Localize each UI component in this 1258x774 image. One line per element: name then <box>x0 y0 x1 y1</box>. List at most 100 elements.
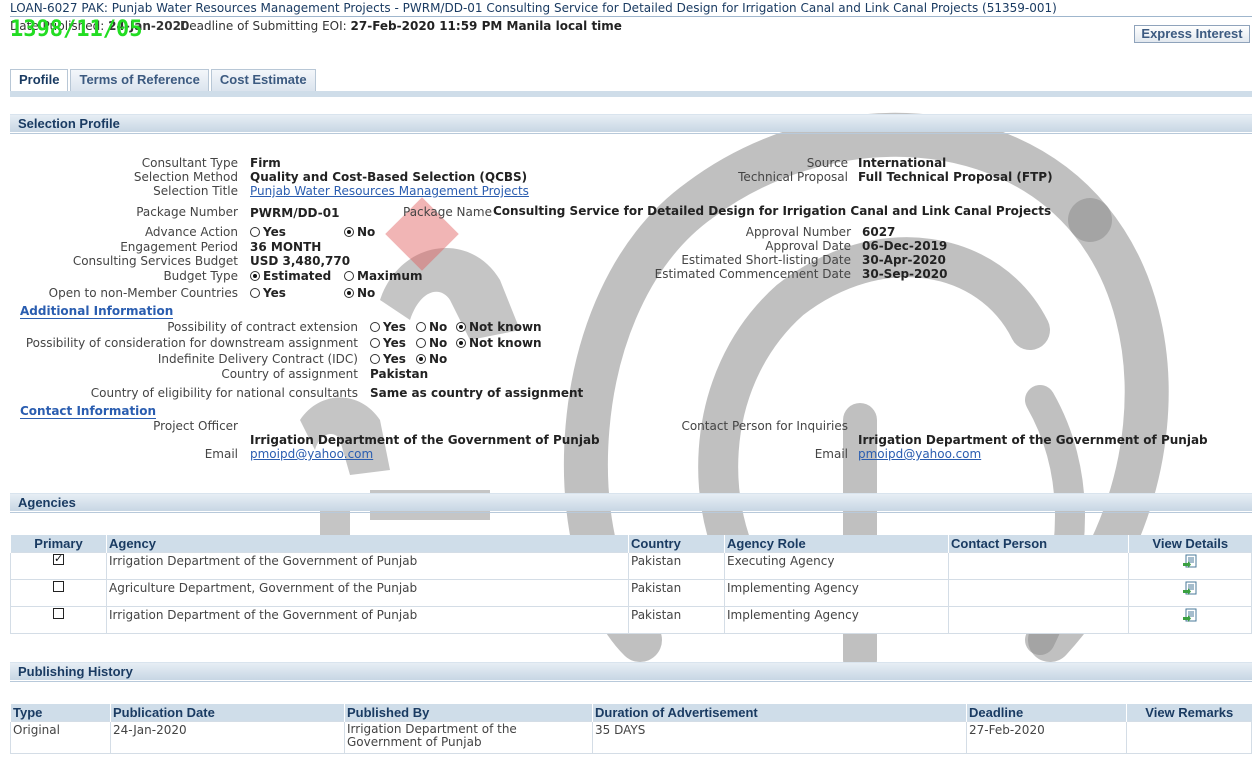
officer-email-link[interactable]: pmoipd@yahoo.com <box>250 447 373 461</box>
contact-information-heading[interactable]: Contact Information <box>20 404 157 419</box>
agency-name: Irrigation Department of the Government … <box>106 552 629 580</box>
publish-remarks <box>1126 721 1252 754</box>
eoi-deadline: Deadline of Submitting EOI: 27-Feb-2020 … <box>180 19 622 33</box>
approval-date-value: 06-Dec-2019 <box>862 239 948 253</box>
approval-date-label: Approval Date <box>765 239 851 253</box>
shortlisting-date-label: Estimated Short-listing Date <box>681 253 851 267</box>
inquiries-email-label: Email <box>814 447 848 461</box>
option-label: No <box>357 225 376 239</box>
col-agency: Agency <box>106 535 629 553</box>
radio-button-icon <box>416 338 426 348</box>
radio-button-icon <box>250 227 260 237</box>
agency-role: Implementing Agency <box>724 579 949 607</box>
extension-not-known[interactable]: Not known <box>456 320 542 334</box>
selection-method-value: Quality and Cost-Based Selection (QCBS) <box>250 170 528 184</box>
downstream-no[interactable]: No <box>416 336 447 350</box>
package-name-label: Package Name <box>403 205 492 219</box>
open-non-member-label: Open to non-Member Countries <box>48 286 238 300</box>
section-selection-profile: Selection Profile <box>10 114 1252 134</box>
eoi-deadline-value: 27-Feb-2020 11:59 PM Manila local time <box>350 19 622 33</box>
downstream-yes[interactable]: Yes <box>370 336 406 350</box>
tab-profile[interactable]: Profile <box>10 69 69 91</box>
option-label: Yes <box>263 286 286 300</box>
col-publication-date: Publication Date <box>110 704 345 722</box>
radio-button-icon <box>344 227 354 237</box>
agency-role: Implementing Agency <box>724 606 949 634</box>
publish-deadline: 27-Feb-2020 <box>966 721 1127 754</box>
advance-action-yes[interactable]: Yes <box>250 225 286 239</box>
col-agency-role: Agency Role <box>724 535 949 553</box>
col-country: Country <box>628 535 725 553</box>
express-interest-button[interactable]: Express Interest <box>1134 25 1250 43</box>
source-value: International <box>858 156 947 170</box>
radio-button-icon <box>250 288 260 298</box>
agency-name: Agriculture Department, Government of th… <box>106 579 629 607</box>
open-non-member-no[interactable]: No <box>344 286 375 300</box>
option-label: Not known <box>469 336 542 350</box>
tab-terms-of-reference[interactable]: Terms of Reference <box>70 69 209 91</box>
view-details-icon[interactable] <box>1183 608 1197 622</box>
option-label: No <box>429 352 448 366</box>
option-label: Yes <box>383 352 406 366</box>
tab-strip: Profile Terms of Reference Cost Estimate <box>10 69 316 91</box>
table-row: Original 24-Jan-2020 Irrigation Departme… <box>10 721 1252 754</box>
option-label: Estimated <box>263 269 332 283</box>
budget-type-maximum[interactable]: Maximum <box>344 269 422 283</box>
radio-button-icon <box>370 322 380 332</box>
tab-cost-estimate[interactable]: Cost Estimate <box>210 69 316 91</box>
source-label: Source <box>806 156 848 170</box>
radio-button-icon <box>250 271 260 281</box>
radio-button-icon <box>370 338 380 348</box>
budget-type-estimated[interactable]: Estimated <box>250 269 331 283</box>
published-by: Irrigation Department of the Government … <box>344 721 593 754</box>
agency-country: Pakistan <box>628 552 725 580</box>
agency-country: Pakistan <box>628 606 725 634</box>
open-non-member-yes[interactable]: Yes <box>250 286 286 300</box>
view-details-icon[interactable] <box>1183 554 1197 568</box>
inquiries-email-link[interactable]: pmoipd@yahoo.com <box>858 447 981 461</box>
primary-checkbox[interactable] <box>53 552 64 565</box>
inquiries-org: Irrigation Department of the Government … <box>858 433 1208 447</box>
downstream-label: Possibility of consideration for downstr… <box>25 336 358 350</box>
inquiries-label: Contact Person for Inquiries <box>681 419 848 433</box>
commencement-date-value: 30-Sep-2020 <box>862 267 948 281</box>
advance-action-no[interactable]: No <box>344 225 375 239</box>
extension-no[interactable]: No <box>416 320 447 334</box>
selection-title-label: Selection Title <box>153 184 238 198</box>
country-assignment-value: Pakistan <box>370 367 429 381</box>
eoi-deadline-label: Deadline of Submitting EOI: <box>180 19 347 33</box>
primary-checkbox[interactable] <box>53 581 64 592</box>
agency-contact <box>948 579 1129 607</box>
table-row: Irrigation Department of the Government … <box>10 606 1252 634</box>
engagement-period-value: 36 MONTH <box>250 240 322 254</box>
extension-yes[interactable]: Yes <box>370 320 406 334</box>
consultant-type-value: Firm <box>250 156 281 170</box>
view-details-icon[interactable] <box>1183 581 1197 595</box>
publish-type: Original <box>10 721 111 754</box>
col-view-details: View Details <box>1128 535 1252 553</box>
technical-proposal-label: Technical Proposal <box>738 170 848 184</box>
option-label: No <box>429 320 448 334</box>
radio-button-icon <box>416 354 426 364</box>
country-assignment-label: Country of assignment <box>221 367 358 381</box>
budget-label: Consulting Services Budget <box>72 254 238 268</box>
idc-yes[interactable]: Yes <box>370 352 406 366</box>
option-label: Maximum <box>357 269 423 283</box>
downstream-not-known[interactable]: Not known <box>456 336 542 350</box>
package-name-value: Consulting Service for Detailed Design f… <box>493 204 1052 218</box>
radio-button-icon <box>456 322 466 332</box>
eligibility-value: Same as country of assignment <box>370 386 584 400</box>
col-deadline: Deadline <box>966 704 1127 722</box>
approval-number-value: 6027 <box>862 225 896 239</box>
technical-proposal-value: Full Technical Proposal (FTP) <box>858 170 1053 184</box>
idc-no[interactable]: No <box>416 352 447 366</box>
option-label: Not known <box>469 320 542 334</box>
publishing-history-table: Type Publication Date Published By Durat… <box>10 704 1252 754</box>
selection-method-label: Selection Method <box>133 170 238 184</box>
additional-information-heading[interactable]: Additional Information <box>20 304 174 319</box>
agency-name: Irrigation Department of the Government … <box>106 606 629 634</box>
table-row: Agriculture Department, Government of th… <box>10 579 1252 607</box>
primary-checkbox[interactable] <box>53 608 64 619</box>
radio-button-icon <box>416 322 426 332</box>
selection-title-link[interactable]: Punjab Water Resources Management Projec… <box>250 184 529 198</box>
